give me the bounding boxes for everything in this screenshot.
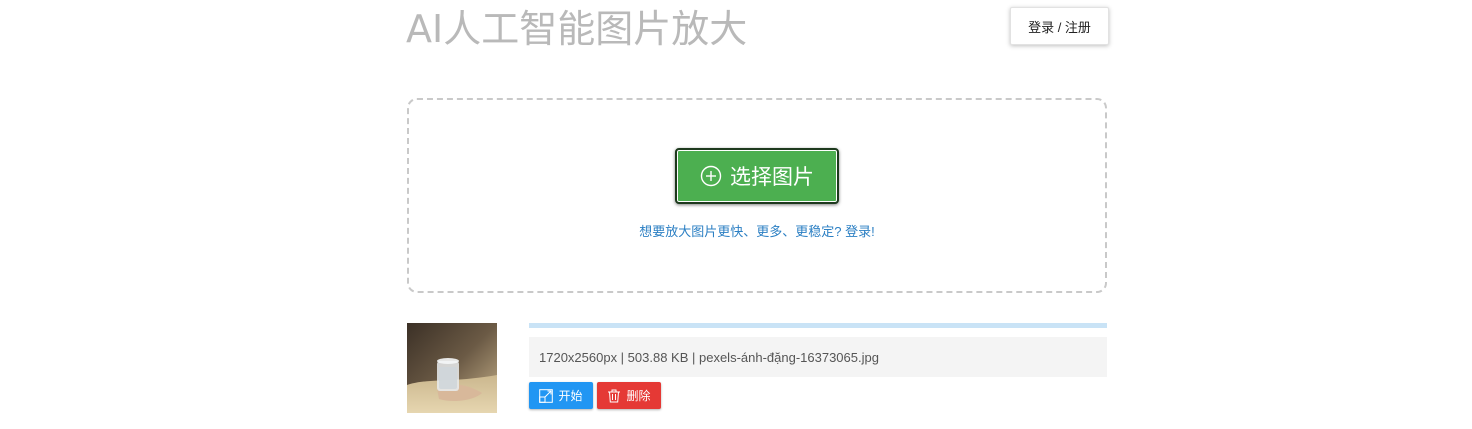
start-button[interactable]: 开始 [529,382,593,409]
plus-circle-icon [700,165,722,187]
delete-button[interactable]: 删除 [597,382,661,409]
upload-progress-bar [529,323,1107,328]
file-info-text: 1720x2560px | 503.88 KB | pexels-ánh-đặn… [539,349,879,365]
login-hint-link[interactable]: 想要放大图片更快、更多、更稳定? 登录! [407,221,1107,240]
delete-label: 删除 [626,389,651,403]
upload-progress-fill [529,323,1107,328]
select-image-label: 选择图片 [730,166,814,189]
page: AI人工智能图片放大 登录 / 注册 选择图片 想要放大图片更快、更多、更稳定?… [0,0,1472,429]
select-image-button[interactable]: 选择图片 [675,148,839,204]
image-thumbnail [407,323,497,413]
file-info-bar: 1720x2560px | 503.88 KB | pexels-ánh-đặn… [529,337,1107,377]
login-register-button[interactable]: 登录 / 注册 [1010,7,1109,45]
trash-icon [607,389,621,403]
start-label: 开始 [558,389,583,403]
page-title: AI人工智能图片放大 [406,7,748,51]
enlarge-icon [539,388,554,403]
